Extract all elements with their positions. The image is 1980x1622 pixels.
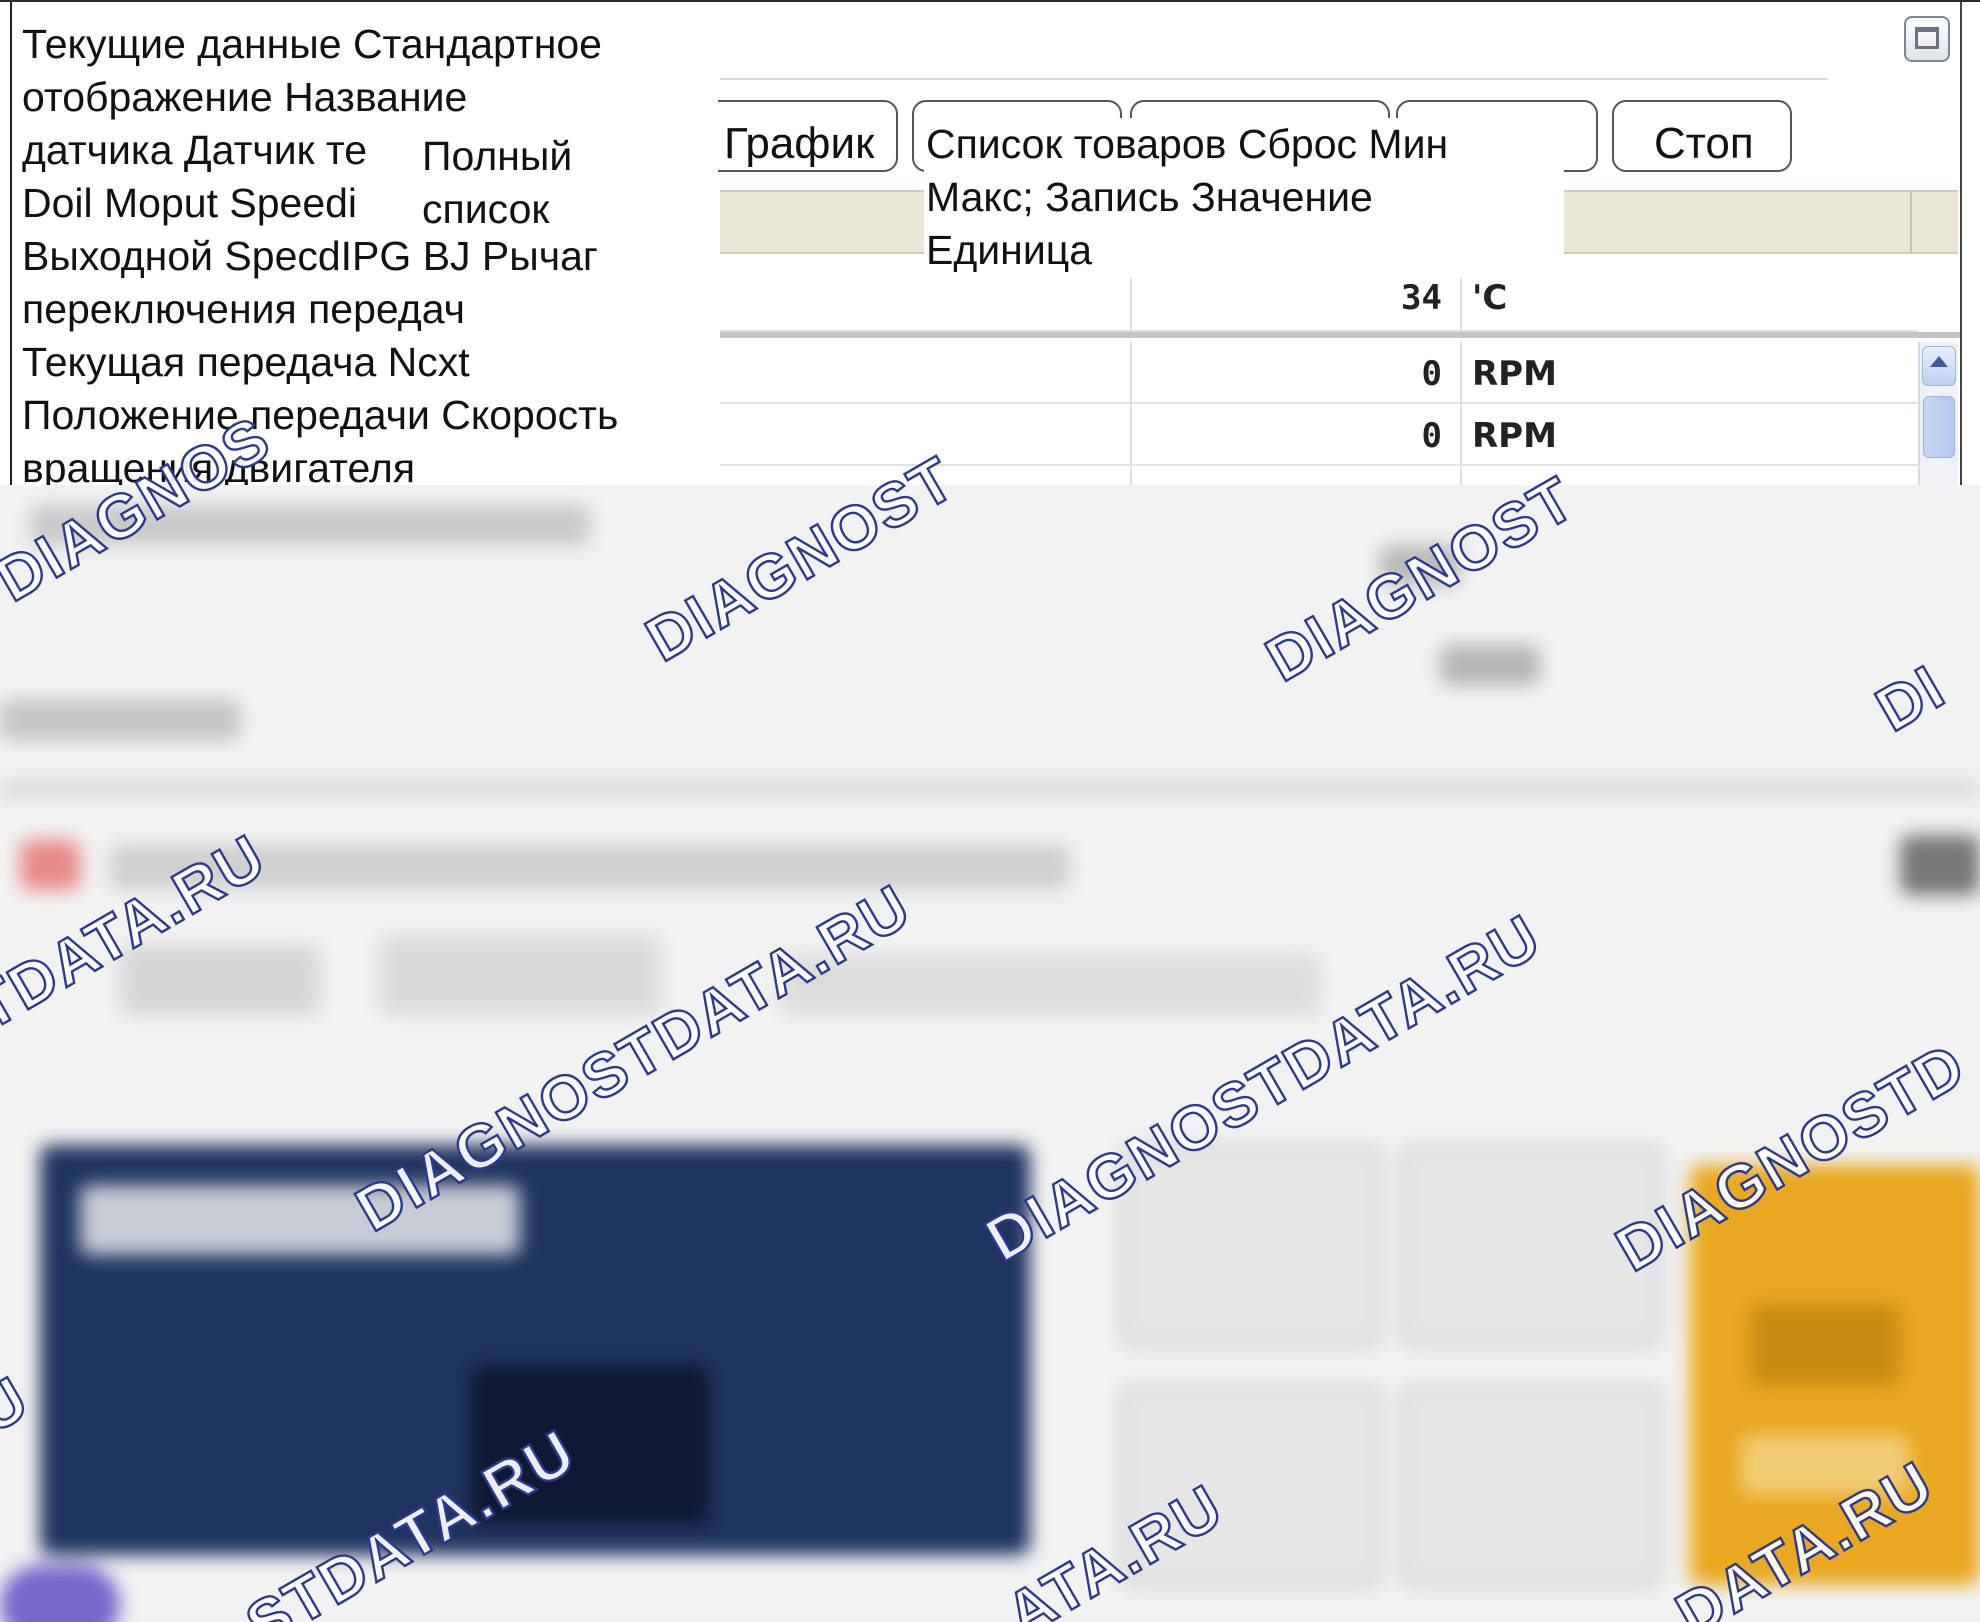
tab-strip-rule	[720, 78, 1828, 80]
text-line: отображение Название	[22, 74, 468, 120]
row-unit: 'C	[1472, 278, 1508, 318]
row-unit: RPM	[1472, 354, 1557, 394]
translated-text-tabs: Список товаров Сброс Мин Макс; Запись Зн…	[924, 118, 1564, 278]
header-separator	[1910, 192, 1912, 254]
row-value: 0	[1421, 354, 1442, 394]
data-stream-window: График Стоп 34 'C 0 RPM 0 RPM Текущие да…	[0, 0, 1980, 485]
full-list-button[interactable]: Полный список	[420, 130, 700, 232]
row-value: 0	[1421, 416, 1442, 456]
row-value: 34	[1401, 278, 1442, 318]
text-line: Единица	[926, 227, 1093, 273]
translated-text-left: Текущие данные Стандартное отображение Н…	[14, 18, 718, 485]
table-row[interactable]	[720, 466, 1918, 485]
screenshot-root: График Стоп 34 'C 0 RPM 0 RPM Текущие да…	[0, 0, 1980, 1622]
maximize-icon	[1915, 27, 1939, 49]
text-line: Текущая передача Ncxt	[22, 339, 470, 385]
table-scrollbar[interactable]	[1918, 342, 1958, 485]
row-unit: RPM	[1472, 416, 1557, 456]
text-line: Положение передачи Скорость	[22, 392, 619, 438]
blurred-content	[0, 485, 1980, 1622]
table-row[interactable]: 0 RPM	[720, 404, 1918, 466]
chevron-up-icon	[1930, 356, 1948, 367]
scroll-thumb[interactable]	[1923, 396, 1955, 458]
text-line: Макс; Запись Значение	[926, 174, 1373, 220]
table-row[interactable]: 0 RPM	[720, 342, 1918, 404]
text-line: вращения двигателя	[22, 445, 416, 485]
table-section-separator	[720, 332, 1960, 338]
scroll-up-button[interactable]	[1922, 346, 1956, 386]
text-line: Выходной SpecdIPG BJ Рычаг	[22, 233, 598, 279]
maximize-button[interactable]	[1904, 16, 1950, 62]
window-left-border	[10, 2, 12, 485]
text-line: Список товаров Сброс Мин	[926, 121, 1449, 167]
window-right-border	[1960, 2, 1962, 485]
stop-button-label: Стоп	[1654, 119, 1754, 168]
text-line: переключения передач	[22, 286, 465, 332]
tab-graph-label: График	[724, 119, 875, 168]
full-list-label-line: список	[422, 186, 550, 232]
blurred-region	[0, 485, 1980, 1622]
full-list-label-line: Полный	[422, 133, 573, 179]
text-line: Текущие данные Стандартное	[22, 21, 602, 67]
